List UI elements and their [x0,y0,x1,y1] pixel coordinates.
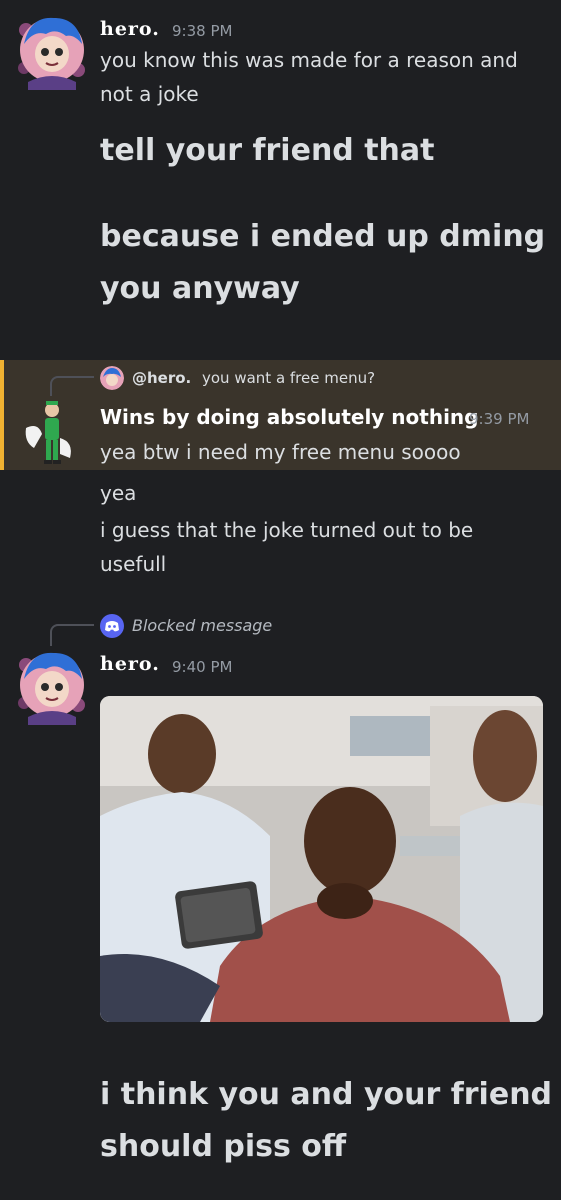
hero-avatar[interactable] [12,645,86,725]
blocked-message-label[interactable]: Blocked message [132,616,272,635]
embedded-gif[interactable] [100,696,543,1022]
wins-avatar[interactable] [20,398,82,466]
message-heading: because i ended up dming [100,219,546,254]
author-name[interactable]: hero. [100,18,160,40]
message-heading: tell your friend that [100,133,435,168]
message-heading: you anyway [100,271,300,306]
discord-logo-icon [100,614,124,638]
reply-avatar[interactable] [100,366,124,390]
reply-connector [50,376,94,396]
author-name[interactable]: hero. [100,653,160,675]
reply-connector [50,624,94,646]
message-heading: should piss off [100,1129,347,1164]
reply-author[interactable]: @hero. [132,369,191,387]
reply-preview[interactable]: you want a free menu? [202,369,375,387]
message-text: usefull [100,552,167,576]
timestamp: 9:39 PM [469,410,530,428]
message-text: yea [100,481,137,505]
anime-avatar-icon [18,17,85,90]
anime-avatar-icon [100,366,124,390]
anime-avatar-icon [18,652,85,725]
hero-avatar[interactable] [12,10,86,90]
gif-image [100,696,543,1022]
message-text: i guess that the joke turned out to be [100,518,474,542]
message-text: yea btw i need my free menu soooo [100,440,461,464]
message-heading: i think you and your friend [100,1077,553,1112]
timestamp: 9:38 PM [172,22,233,40]
mention-bar [0,360,4,470]
green-character-avatar-icon [25,401,71,464]
timestamp: 9:40 PM [172,658,233,676]
author-name[interactable]: Wins by doing absolutely nothing [100,405,479,429]
message-text: not a joke [100,82,199,106]
message-text: you know this was made for a reason and [100,48,518,72]
